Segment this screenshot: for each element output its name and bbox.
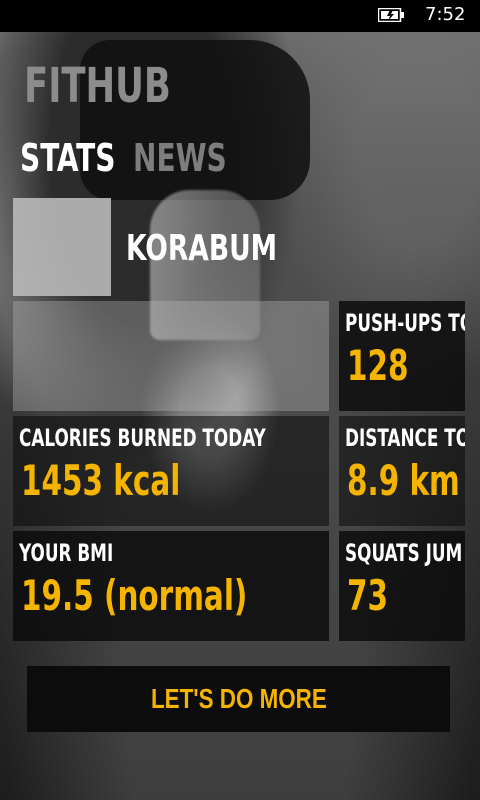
squats-tile[interactable]: SQUATS JUM 73 [339,531,465,641]
app-title: FITHUB [24,58,171,114]
lets-do-more-button[interactable]: LET'S DO MORE [27,666,450,732]
lets-do-more-label: LET'S DO MORE [150,683,327,714]
distance-tile[interactable]: DISTANCE TO 8.9 km [339,416,465,526]
bmi-tile[interactable]: YOUR BMI 19.5 (normal) [13,531,329,641]
image-tile[interactable] [13,301,329,411]
tile-value: 73 [347,571,389,620]
username: KORABUM [126,228,278,269]
tile-value: 19.5 (normal) [21,571,248,620]
tab-stats[interactable]: STATS [20,136,115,180]
tab-news[interactable]: NEWS [133,136,227,180]
status-clock: 7:52 [425,4,466,25]
tile-label: DISTANCE TO [345,424,465,452]
tile-value: 128 [347,341,409,390]
tile-label: CALORIES BURNED TODAY [19,424,266,452]
avatar[interactable] [13,198,111,296]
status-bar: 7:52 [0,0,480,32]
app-screen: 7:52 FITHUB STATS NEWS KORABUM PUSH-UPS … [0,0,480,800]
pushups-tile[interactable]: PUSH-UPS TO 128 [339,301,465,411]
tile-value: 8.9 km [347,456,460,505]
battery-charging-icon [378,8,404,22]
calories-tile[interactable]: CALORIES BURNED TODAY 1453 kcal [13,416,329,526]
tile-value: 1453 kcal [21,456,181,505]
tile-label: SQUATS JUM [345,539,463,567]
tile-label: YOUR BMI [19,539,114,567]
tile-label: PUSH-UPS TO [345,309,465,337]
